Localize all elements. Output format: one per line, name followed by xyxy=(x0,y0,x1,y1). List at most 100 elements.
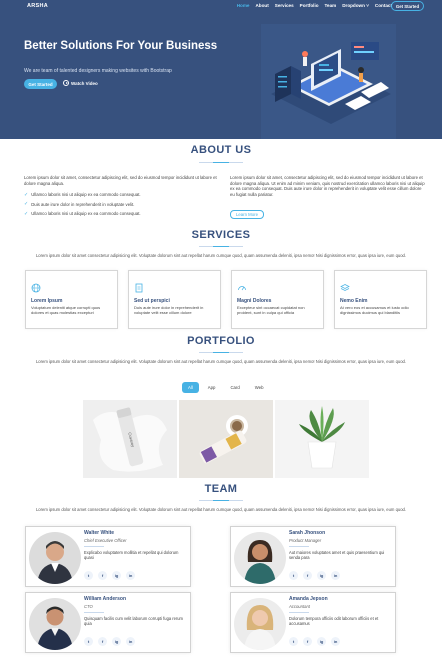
social-links: t f ig in xyxy=(289,637,340,646)
logo[interactable]: ARSHA xyxy=(27,3,48,9)
social-links: t f ig in xyxy=(289,571,340,580)
member-divider xyxy=(84,546,104,547)
team-intro: Lorem ipsum dolor sit amet consectetur a… xyxy=(35,507,407,512)
service-desc: Excepteur sint occaecat cupidatat non pr… xyxy=(237,305,305,316)
nav-team[interactable]: Team xyxy=(325,3,337,8)
filter-all[interactable]: All xyxy=(182,382,199,393)
member-desc: Dolorum tempora officiis odit laborum of… xyxy=(289,616,379,627)
team-title-underline xyxy=(199,499,243,502)
member-divider xyxy=(84,612,104,613)
member-divider xyxy=(289,612,309,613)
member-role: Product Manager xyxy=(289,538,322,543)
service-card-1[interactable]: Lorem Ipsum Voluptatum deleniti atque co… xyxy=(25,270,118,329)
team-title: TEAM xyxy=(204,483,238,495)
list-item: ✓ Ullamco laboris nisi ut aliquip ex ea c… xyxy=(24,210,141,217)
nav-about[interactable]: About xyxy=(255,3,268,8)
member-name: William Anderson xyxy=(84,596,126,602)
avatar xyxy=(234,598,286,650)
twitter-icon[interactable]: t xyxy=(84,637,93,646)
services-intro: Lorem ipsum dolor sit amet consectetur a… xyxy=(35,253,407,258)
linkedin-icon[interactable]: in xyxy=(331,637,340,646)
linkedin-icon[interactable]: in xyxy=(331,571,340,580)
twitter-icon[interactable]: t xyxy=(289,637,298,646)
facebook-icon[interactable]: f xyxy=(303,637,312,646)
instagram-icon[interactable]: ig xyxy=(112,637,121,646)
member-role: CTO xyxy=(84,604,93,609)
portfolio-item-3[interactable] xyxy=(275,400,369,478)
portfolio-title-underline xyxy=(199,351,243,354)
service-desc: At vero eos et accusamus et iusto odio d… xyxy=(340,305,409,316)
service-desc: Duis aute irure dolor in reprehenderit i… xyxy=(134,305,204,316)
nav-menu: Home About Services Portfolio Team Dropd… xyxy=(237,3,392,8)
facebook-icon[interactable]: f xyxy=(303,571,312,580)
portfolio-intro: Lorem ipsum dolor sit amet consectetur a… xyxy=(35,359,407,364)
nav-services[interactable]: Services xyxy=(275,3,294,8)
facebook-icon[interactable]: f xyxy=(98,571,107,580)
portfolio-title: PORTFOLIO xyxy=(187,335,255,347)
member-role: Accountant xyxy=(289,604,310,609)
member-role: Chief Executive Officer xyxy=(84,538,127,543)
social-links: t f ig in xyxy=(84,571,135,580)
service-card-2[interactable]: Sed ut perspici Duis aute irure dolor in… xyxy=(128,270,221,329)
service-title: Lorem Ipsum xyxy=(31,298,63,304)
coffee-package-image xyxy=(179,400,273,478)
about-title: ABOUT US xyxy=(190,144,252,156)
get-started-button[interactable]: Get Started xyxy=(24,79,57,89)
learn-more-button[interactable]: Learn More xyxy=(230,210,264,219)
service-card-3[interactable]: Magni Dolores Excepteur sint occaecat cu… xyxy=(231,270,324,329)
nav-get-started-button[interactable]: Get Started xyxy=(391,1,424,11)
services-title: SERVICES xyxy=(191,229,251,241)
top-navbar: ARSHA Home About Services Portfolio Team… xyxy=(0,0,442,13)
member-name: Amanda Jepson xyxy=(289,596,328,602)
nav-home[interactable]: Home xyxy=(237,3,250,8)
service-desc: Voluptatum deleniti atque corrupti quos … xyxy=(31,305,101,316)
watch-video-link[interactable]: Watch Video xyxy=(63,80,98,86)
twitter-icon[interactable]: t xyxy=(289,571,298,580)
instagram-icon[interactable]: ig xyxy=(112,571,121,580)
play-circle-icon xyxy=(63,80,69,86)
team-card-walter[interactable]: Walter White Chief Executive Officer Exp… xyxy=(25,526,191,587)
instagram-icon[interactable]: ig xyxy=(317,571,326,580)
twitter-icon[interactable]: t xyxy=(84,571,93,580)
member-name: Sarah Jhonson xyxy=(289,530,326,536)
filter-app[interactable]: App xyxy=(202,382,222,393)
file-icon xyxy=(135,283,143,293)
services-title-underline xyxy=(199,245,243,248)
avatar xyxy=(29,532,81,584)
team-card-sarah[interactable]: Sarah Jhonson Product Manager Aut maiore… xyxy=(230,526,396,587)
filter-web[interactable]: Web xyxy=(249,382,270,393)
service-title: Sed ut perspici xyxy=(134,298,170,304)
member-desc: Quisquam facilis cum velit laborum corru… xyxy=(84,616,183,627)
tachometer-icon xyxy=(238,286,246,291)
about-intro: Lorem ipsum dolor sit amet, consectetur … xyxy=(24,175,217,186)
about-right-text: Lorem ipsum dolor sit amet, consectetur … xyxy=(230,175,425,197)
portfolio-item-1[interactable]: Cuvaroy xyxy=(83,400,177,478)
filter-card[interactable]: Card xyxy=(224,382,245,393)
facebook-icon[interactable]: f xyxy=(98,637,107,646)
bottle-product-image: Cuvaroy xyxy=(83,400,177,478)
team-card-amanda[interactable]: Amanda Jepson Accountant Dolorum tempora… xyxy=(230,592,396,653)
nav-contact[interactable]: Contact xyxy=(375,3,392,8)
nav-dropdown[interactable]: Dropdown ˅ xyxy=(342,3,369,8)
instagram-icon[interactable]: ig xyxy=(317,637,326,646)
member-desc: Aut maiores voluptates amet et quis prae… xyxy=(289,550,385,561)
linkedin-icon[interactable]: in xyxy=(126,637,135,646)
check-icon: ✓ xyxy=(24,201,29,208)
list-item: ✓ Ullamco laboris nisi ut aliquip ex ea c… xyxy=(24,191,141,198)
service-title: Magni Dolores xyxy=(237,298,272,304)
portfolio-item-2[interactable] xyxy=(179,400,273,478)
member-divider xyxy=(289,546,309,547)
list-item: ✓ Duis aute irure dolor in reprehenderit … xyxy=(24,201,135,208)
service-card-4[interactable]: Nemo Enim At vero eos et accusamus et iu… xyxy=(334,270,427,329)
check-icon: ✓ xyxy=(24,191,29,198)
member-name: Walter White xyxy=(84,530,115,536)
team-card-william[interactable]: William Anderson CTO Quisquam facilis cu… xyxy=(25,592,191,653)
avatar xyxy=(29,598,81,650)
linkedin-icon[interactable]: in xyxy=(126,571,135,580)
about-title-underline xyxy=(199,161,243,164)
hero-isometric-illustration xyxy=(261,24,396,139)
plant-pot-image xyxy=(275,400,369,478)
nav-portfolio[interactable]: Portfolio xyxy=(300,3,319,8)
watch-video-label: Watch Video xyxy=(71,80,98,86)
globe-icon xyxy=(31,283,41,293)
